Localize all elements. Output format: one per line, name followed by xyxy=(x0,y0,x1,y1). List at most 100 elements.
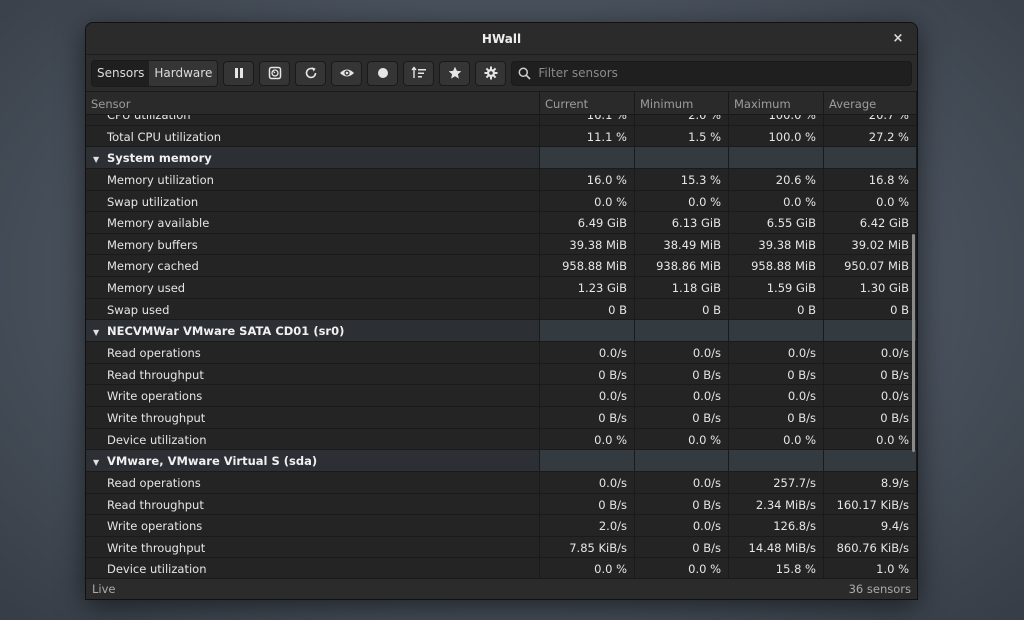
cell-average: 860.76 KiB/s xyxy=(824,536,917,558)
pause-button[interactable] xyxy=(223,60,255,86)
cell-maximum: 20.6 % xyxy=(729,168,824,190)
cell-current: 16.1 % xyxy=(540,115,635,125)
titlebar: HWall × xyxy=(86,23,917,55)
cell-current: 0 B/s xyxy=(540,406,635,428)
cell-minimum: 0.0 % xyxy=(635,558,729,580)
cell-current: 0.0/s xyxy=(540,471,635,493)
cell-average: 1.0 % xyxy=(824,558,917,580)
table-row[interactable]: CPU utilization 16.1 % 2.0 % 100.0 % 20.7 % xyxy=(86,115,917,126)
cell-minimum: 38.49 MiB xyxy=(635,233,729,255)
group-cell-maximum xyxy=(729,320,824,342)
sensor-name: Memory utilization xyxy=(86,168,540,190)
cell-current: 0.0 % xyxy=(540,558,635,580)
search-input[interactable] xyxy=(536,65,911,81)
scrollbar[interactable] xyxy=(912,234,915,452)
group-cell-current xyxy=(540,450,635,471)
column-header-sensor[interactable]: Sensor xyxy=(86,92,540,114)
table-row[interactable]: Memory utilization 16.0 % 15.3 % 20.6 % 16.8… xyxy=(86,168,917,191)
sensor-name: Device utilization xyxy=(86,428,540,450)
favorite-button[interactable] xyxy=(439,60,471,86)
table-row[interactable]: Read throughput 0 B/s 0 B/s 0 B/s 0 B/s xyxy=(86,363,917,386)
table-row[interactable]: Write operations 0.0/s 0.0/s 0.0/s 0.0/s xyxy=(86,385,917,407)
cell-current: 0.0/s xyxy=(540,342,635,363)
table-row[interactable]: Write throughput 7.85 KiB/s 0 B/s 14.48 MiB… xyxy=(86,536,917,559)
table-row[interactable]: Total CPU utilization 11.1 % 1.5 % 100.0 % 2… xyxy=(86,125,917,148)
star-icon xyxy=(448,66,462,79)
table-row[interactable]: Read operations 0.0/s 0.0/s 257.7/s 8.9/s xyxy=(86,471,917,494)
column-header-current[interactable]: Current xyxy=(540,92,635,114)
table-row[interactable]: Read operations 0.0/s 0.0/s 0.0/s 0.0/s xyxy=(86,342,917,364)
column-header-minimum[interactable]: Minimum xyxy=(635,92,729,114)
cell-maximum: 2.34 MiB/s xyxy=(729,493,824,515)
column-header-average[interactable]: Average xyxy=(824,92,917,114)
sensor-name: Write throughput xyxy=(86,406,540,428)
cell-maximum: 14.48 MiB/s xyxy=(729,536,824,558)
sensor-name: Read throughput xyxy=(86,363,540,385)
cell-current: 0.0/s xyxy=(540,385,635,406)
visibility-button[interactable] xyxy=(331,60,363,86)
toolbar: Sensors Hardware xyxy=(86,55,917,92)
group-name: ▼ VMware, VMware Virtual S (sda) xyxy=(86,450,540,471)
snapshot-button[interactable] xyxy=(259,60,291,86)
row-label: Memory used xyxy=(107,281,186,296)
settings-button[interactable] xyxy=(475,60,507,86)
expander-icon[interactable]: ▼ xyxy=(93,458,107,467)
cell-current: 0.0 % xyxy=(540,190,635,212)
group-cell-minimum xyxy=(635,450,729,471)
table-row[interactable]: Memory available 6.49 GiB 6.13 GiB 6.55 GiB… xyxy=(86,212,917,234)
cell-current: 0 B xyxy=(540,298,635,320)
view-switcher: Sensors Hardware xyxy=(91,59,219,87)
cell-current: 0 B/s xyxy=(540,493,635,515)
status-mode: Live xyxy=(92,582,116,596)
expander-icon[interactable]: ▼ xyxy=(93,328,107,337)
row-label: Write operations xyxy=(107,519,203,534)
cell-current: 1.23 GiB xyxy=(540,277,635,298)
sort-button[interactable] xyxy=(403,60,435,86)
cell-current: 2.0/s xyxy=(540,515,635,536)
column-header-maximum[interactable]: Maximum xyxy=(729,92,824,114)
row-label: Write operations xyxy=(107,389,203,404)
table-row[interactable]: Write operations 2.0/s 0.0/s 126.8/s 9.4/s xyxy=(86,515,917,537)
close-button[interactable]: × xyxy=(889,29,907,47)
group-cell-average xyxy=(824,320,917,342)
refresh-button[interactable] xyxy=(295,60,327,86)
row-label: Memory available xyxy=(107,216,210,231)
cell-average: 39.02 MiB xyxy=(824,233,917,255)
search-icon xyxy=(518,67,531,80)
table-header: Sensor Current Minimum Maximum Average xyxy=(86,92,917,115)
table-row[interactable]: Memory buffers 39.38 MiB 38.49 MiB 39.38 Mi… xyxy=(86,233,917,256)
row-label: Swap used xyxy=(107,302,170,317)
tab-sensors[interactable]: Sensors xyxy=(92,60,150,86)
table-row[interactable]: Memory used 1.23 GiB 1.18 GiB 1.59 GiB 1.30 … xyxy=(86,277,917,299)
group-cell-current xyxy=(540,147,635,168)
table-row[interactable]: Swap utilization 0.0 % 0.0 % 0.0 % 0.0 % xyxy=(86,190,917,213)
table-row[interactable]: Write throughput 0 B/s 0 B/s 0 B/s 0 B/s xyxy=(86,406,917,429)
cell-maximum: 0 B/s xyxy=(729,363,824,385)
expander-icon[interactable]: ▼ xyxy=(93,155,107,164)
sensor-name: Total CPU utilization xyxy=(86,125,540,147)
row-label: Read throughput xyxy=(107,497,204,512)
cell-maximum: 100.0 % xyxy=(729,115,824,125)
table-row[interactable]: Swap used 0 B0 B0 B0 B xyxy=(86,298,917,321)
pause-icon xyxy=(234,68,243,78)
table-row[interactable]: Memory cached 958.88 MiB 938.86 MiB 958.88 … xyxy=(86,255,917,278)
eye-icon xyxy=(339,69,354,77)
cell-minimum: 6.13 GiB xyxy=(635,212,729,233)
sensor-name: Read operations xyxy=(86,471,540,493)
gear-icon xyxy=(484,66,498,80)
tab-hardware[interactable]: Hardware xyxy=(149,60,218,86)
table-row[interactable]: Device utilization 0.0 % 0.0 % 15.8 % 1.0 % xyxy=(86,558,917,580)
record-button[interactable] xyxy=(367,60,399,86)
row-label: NECVMWar VMware SATA CD01 (sr0) xyxy=(107,324,345,339)
group-row[interactable]: ▼ NECVMWar VMware SATA CD01 (sr0) xyxy=(86,320,917,343)
table-row[interactable]: Read throughput 0 B/s 0 B/s 2.34 MiB/s 160.1… xyxy=(86,493,917,516)
cell-average: 6.42 GiB xyxy=(824,212,917,233)
sensor-count: 36 sensors xyxy=(848,582,911,596)
cell-minimum: 0 B/s xyxy=(635,536,729,558)
group-row[interactable]: ▼ System memory xyxy=(86,147,917,169)
cell-average: 950.07 MiB xyxy=(824,255,917,277)
window-title: HWall xyxy=(481,31,522,46)
table-row[interactable]: Device utilization 0.0 % 0.0 % 0.0 % 0.0 % xyxy=(86,428,917,451)
group-row[interactable]: ▼ VMware, VMware Virtual S (sda) xyxy=(86,450,917,472)
cell-maximum: 39.38 MiB xyxy=(729,233,824,255)
